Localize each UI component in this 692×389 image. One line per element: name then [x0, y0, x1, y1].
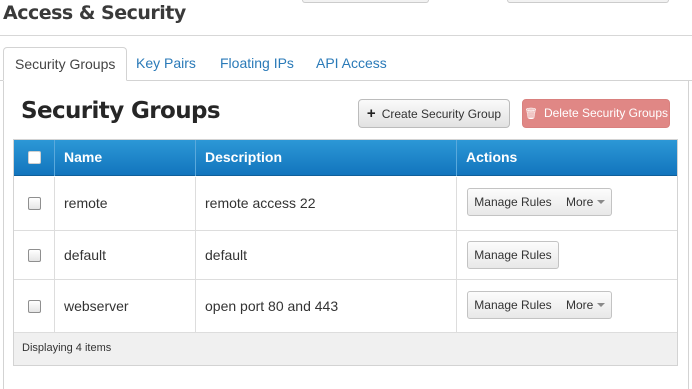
more-actions-button[interactable]: More: [558, 291, 612, 319]
cell-divider: [54, 280, 55, 332]
table-row: default default Manage Rules: [14, 231, 677, 280]
cell-divider: [195, 231, 196, 279]
cell-divider: [456, 231, 457, 279]
create-security-group-button[interactable]: + Create Security Group: [358, 99, 510, 128]
column-header-description[interactable]: Description: [205, 140, 282, 176]
page-title: Access & Security: [3, 2, 186, 24]
row-description: default: [205, 247, 248, 263]
row-checkbox[interactable]: [28, 197, 41, 210]
header-divider: [195, 140, 196, 176]
row-description: open port 80 and 443: [205, 298, 339, 314]
tab-key-pairs[interactable]: Key Pairs: [136, 47, 196, 81]
caret-down-icon: [597, 302, 606, 307]
header-divider: [456, 140, 457, 176]
tab-security-groups[interactable]: Security Groups: [3, 47, 128, 81]
top-toolbar-button-partial-2[interactable]: [507, 0, 669, 3]
caret-down-icon: [597, 199, 606, 204]
row-name: default: [64, 247, 107, 263]
plus-icon: +: [366, 105, 376, 122]
row-checkbox[interactable]: [28, 249, 41, 262]
top-toolbar-button-partial[interactable]: [302, 0, 429, 3]
more-label: More: [566, 195, 594, 209]
section-title: Security Groups: [21, 98, 221, 124]
manage-rules-button[interactable]: Manage Rules: [467, 241, 559, 269]
row-name: remote: [64, 195, 108, 211]
column-header-actions: Actions: [466, 149, 518, 165]
delete-security-groups-label: Delete Security Groups: [543, 106, 669, 120]
cell-divider: [54, 177, 55, 230]
more-label: More: [566, 298, 594, 312]
row-description: remote access 22: [205, 195, 316, 211]
item-count: Displaying 4 items: [22, 342, 112, 354]
table-row: webserver open port 80 and 443 Manage Ru…: [14, 280, 677, 333]
manage-rules-button[interactable]: Manage Rules: [467, 188, 559, 216]
header-divider: [54, 140, 55, 176]
cell-divider: [195, 177, 196, 230]
table-header: Name Description Actions: [14, 140, 677, 176]
cell-divider: [456, 280, 457, 332]
table-footer: Displaying 4 items: [14, 333, 677, 365]
trash-icon: 🗑: [523, 108, 538, 120]
tab-floating-ips[interactable]: Floating IPs: [220, 47, 294, 81]
more-actions-button[interactable]: More: [558, 188, 612, 216]
cell-divider: [195, 280, 196, 332]
tab-api-access[interactable]: API Access: [316, 47, 387, 81]
manage-rules-button[interactable]: Manage Rules: [467, 291, 559, 319]
cell-divider: [54, 231, 55, 279]
select-all-checkbox[interactable]: [28, 151, 41, 164]
security-groups-table: Name Description Actions remote remote a…: [13, 139, 678, 366]
cell-divider: [456, 177, 457, 230]
table-row: remote remote access 22 Manage Rules Mor…: [14, 177, 677, 231]
title-divider: [0, 35, 692, 36]
row-checkbox[interactable]: [28, 300, 41, 313]
create-security-group-label: Create Security Group: [381, 107, 502, 121]
row-name: webserver: [64, 298, 129, 314]
column-header-name[interactable]: Name: [64, 140, 102, 176]
delete-security-groups-button[interactable]: 🗑 Delete Security Groups: [522, 99, 670, 128]
